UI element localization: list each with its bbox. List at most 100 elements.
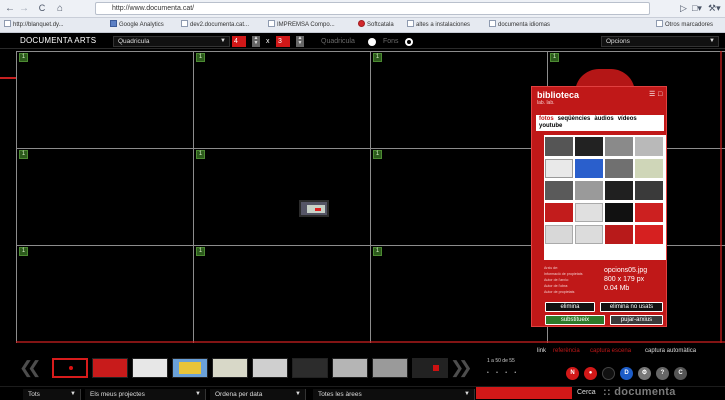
layout-select[interactable]: Quadricula ▼	[113, 36, 230, 47]
timeline-frame[interactable]	[92, 358, 128, 378]
filter-select[interactable]: Tots ▼	[23, 389, 81, 400]
page-dots[interactable]: • • • •	[487, 370, 519, 376]
thumbnail[interactable]	[635, 137, 663, 156]
wrench-icon[interactable]: ⚒▾	[708, 2, 721, 15]
replace-button[interactable]: substitueix	[545, 315, 605, 325]
chevron-down-icon: ▼	[220, 38, 226, 44]
thumbnail[interactable]	[575, 159, 603, 178]
cell-badge[interactable]: 1	[550, 53, 559, 62]
mode-reference[interactable]: referència	[553, 347, 580, 355]
areas-select[interactable]: Totes les àrees ▼	[313, 389, 475, 400]
thumbnail[interactable]	[575, 203, 603, 222]
thumbnail[interactable]	[575, 181, 603, 200]
projects-select[interactable]: Els meus projectes ▼	[85, 389, 206, 400]
help-icon[interactable]: ?	[656, 367, 669, 380]
rows-stepper[interactable]: ▲ ▼	[296, 36, 304, 47]
bookmark-item[interactable]: documenta idiomas	[489, 20, 550, 31]
close-icon[interactable]: C	[674, 367, 687, 380]
rows-input[interactable]: 3	[276, 36, 290, 47]
mode-screen-capture[interactable]: captura escena	[590, 347, 631, 355]
cell-badge[interactable]: 1	[373, 53, 382, 62]
display-icon[interactable]: D	[620, 367, 633, 380]
timeline-frame[interactable]	[412, 358, 448, 378]
timeline-frame[interactable]	[172, 358, 208, 378]
settings-icon[interactable]: ⚙	[638, 367, 651, 380]
mode-link[interactable]: link	[537, 347, 546, 355]
thumbnail[interactable]	[575, 137, 603, 156]
cell-badge[interactable]: 1	[196, 247, 205, 256]
timeline-frame[interactable]	[292, 358, 328, 378]
timeline-frame[interactable]	[332, 358, 368, 378]
cell-badge[interactable]: 1	[196, 53, 205, 62]
scroll-right-icon[interactable]: ❯❯	[450, 359, 472, 377]
timeline-frame[interactable]	[52, 358, 88, 378]
thumbnail[interactable]	[545, 225, 573, 244]
thumbnail[interactable]	[635, 225, 663, 244]
save-icon[interactable]: ●	[584, 367, 597, 380]
options-select[interactable]: Opcions ▼	[601, 36, 719, 47]
tab-sequencies[interactable]: seqüències	[558, 116, 591, 122]
tab-fotos[interactable]: fotos	[539, 116, 554, 122]
cell-badge[interactable]: 1	[19, 150, 28, 159]
url-input[interactable]: http://www.documenta.cat/	[95, 2, 650, 15]
bookmark-item[interactable]: Softcatala	[358, 20, 394, 31]
thumbnail[interactable]	[635, 159, 663, 178]
thumbnail[interactable]	[635, 181, 663, 200]
scroll-left-icon[interactable]: ❮❮	[19, 359, 41, 377]
timeline-frame[interactable]	[212, 358, 248, 378]
thumbnail[interactable]	[635, 203, 663, 222]
mode-quadricula-radio[interactable]	[368, 38, 376, 46]
cell-badge[interactable]: 1	[373, 247, 382, 256]
thumbnail[interactable]	[605, 159, 633, 178]
order-select[interactable]: Ordena per data ▼	[210, 389, 306, 400]
page-icon	[181, 20, 188, 27]
bookmark-item[interactable]: IMPREMSA Compo...	[268, 20, 335, 31]
maximize-icon[interactable]: □	[658, 90, 662, 99]
thumbnail[interactable]	[575, 225, 603, 244]
empty-icon[interactable]	[602, 367, 615, 380]
timeline-frame[interactable]	[132, 358, 168, 378]
cell-badge[interactable]: 1	[19, 53, 28, 62]
timeline-frame[interactable]	[372, 358, 408, 378]
thumbnail[interactable]	[605, 203, 633, 222]
cell-badge[interactable]: 1	[373, 150, 382, 159]
home-icon[interactable]: ⌂	[54, 2, 66, 15]
other-bookmarks[interactable]: Otros marcadores	[656, 20, 713, 31]
page-menu-icon[interactable]: ▷	[680, 2, 687, 15]
page-icon[interactable]: □▾	[692, 2, 702, 15]
reload-icon[interactable]: C	[36, 2, 48, 15]
meta-line: Autor de propietats	[544, 290, 575, 294]
placed-image[interactable]	[299, 200, 329, 217]
back-icon[interactable]: ←	[4, 2, 16, 15]
thumbnail[interactable]	[605, 137, 633, 156]
upload-button[interactable]: pujar-arxius	[610, 315, 663, 325]
tab-audios[interactable]: àudios	[594, 116, 613, 122]
bookmark-item[interactable]: altes a instalaciones	[407, 20, 470, 31]
thumbnail[interactable]	[545, 181, 573, 200]
delete-button[interactable]: elimina	[545, 302, 595, 312]
bookmark-item[interactable]: Google Analytics	[110, 20, 164, 31]
search-input[interactable]	[476, 387, 572, 399]
timeline-frame[interactable]	[252, 358, 288, 378]
thumbnail[interactable]	[605, 181, 633, 200]
tab-youtube[interactable]: youtube	[539, 123, 562, 129]
forward-icon[interactable]: →	[18, 2, 30, 15]
bookmark-item[interactable]: http://blanquet.dy...	[4, 20, 64, 31]
cell-badge[interactable]: 1	[19, 247, 28, 256]
mode-auto-capture[interactable]: captura automàtica	[645, 347, 696, 355]
thumbnail[interactable]	[545, 137, 573, 156]
mode-fons-radio[interactable]	[405, 38, 413, 46]
thumbnail[interactable]	[545, 159, 573, 178]
thumbnail[interactable]	[605, 225, 633, 244]
delete-unused-button[interactable]: elimina no usats	[600, 302, 663, 312]
columns-input[interactable]: 4	[232, 36, 246, 47]
selection-border	[16, 341, 725, 343]
grid-line	[16, 51, 17, 343]
new-icon[interactable]: N	[566, 367, 579, 380]
menu-icon[interactable]: ☰	[649, 90, 655, 99]
bookmark-item[interactable]: dev2.documenta.cat...	[181, 20, 249, 31]
tab-videos[interactable]: vídeos	[618, 116, 637, 122]
thumbnail[interactable]	[545, 203, 573, 222]
cell-badge[interactable]: 1	[196, 150, 205, 159]
columns-stepper[interactable]: ▲ ▼	[252, 36, 260, 47]
